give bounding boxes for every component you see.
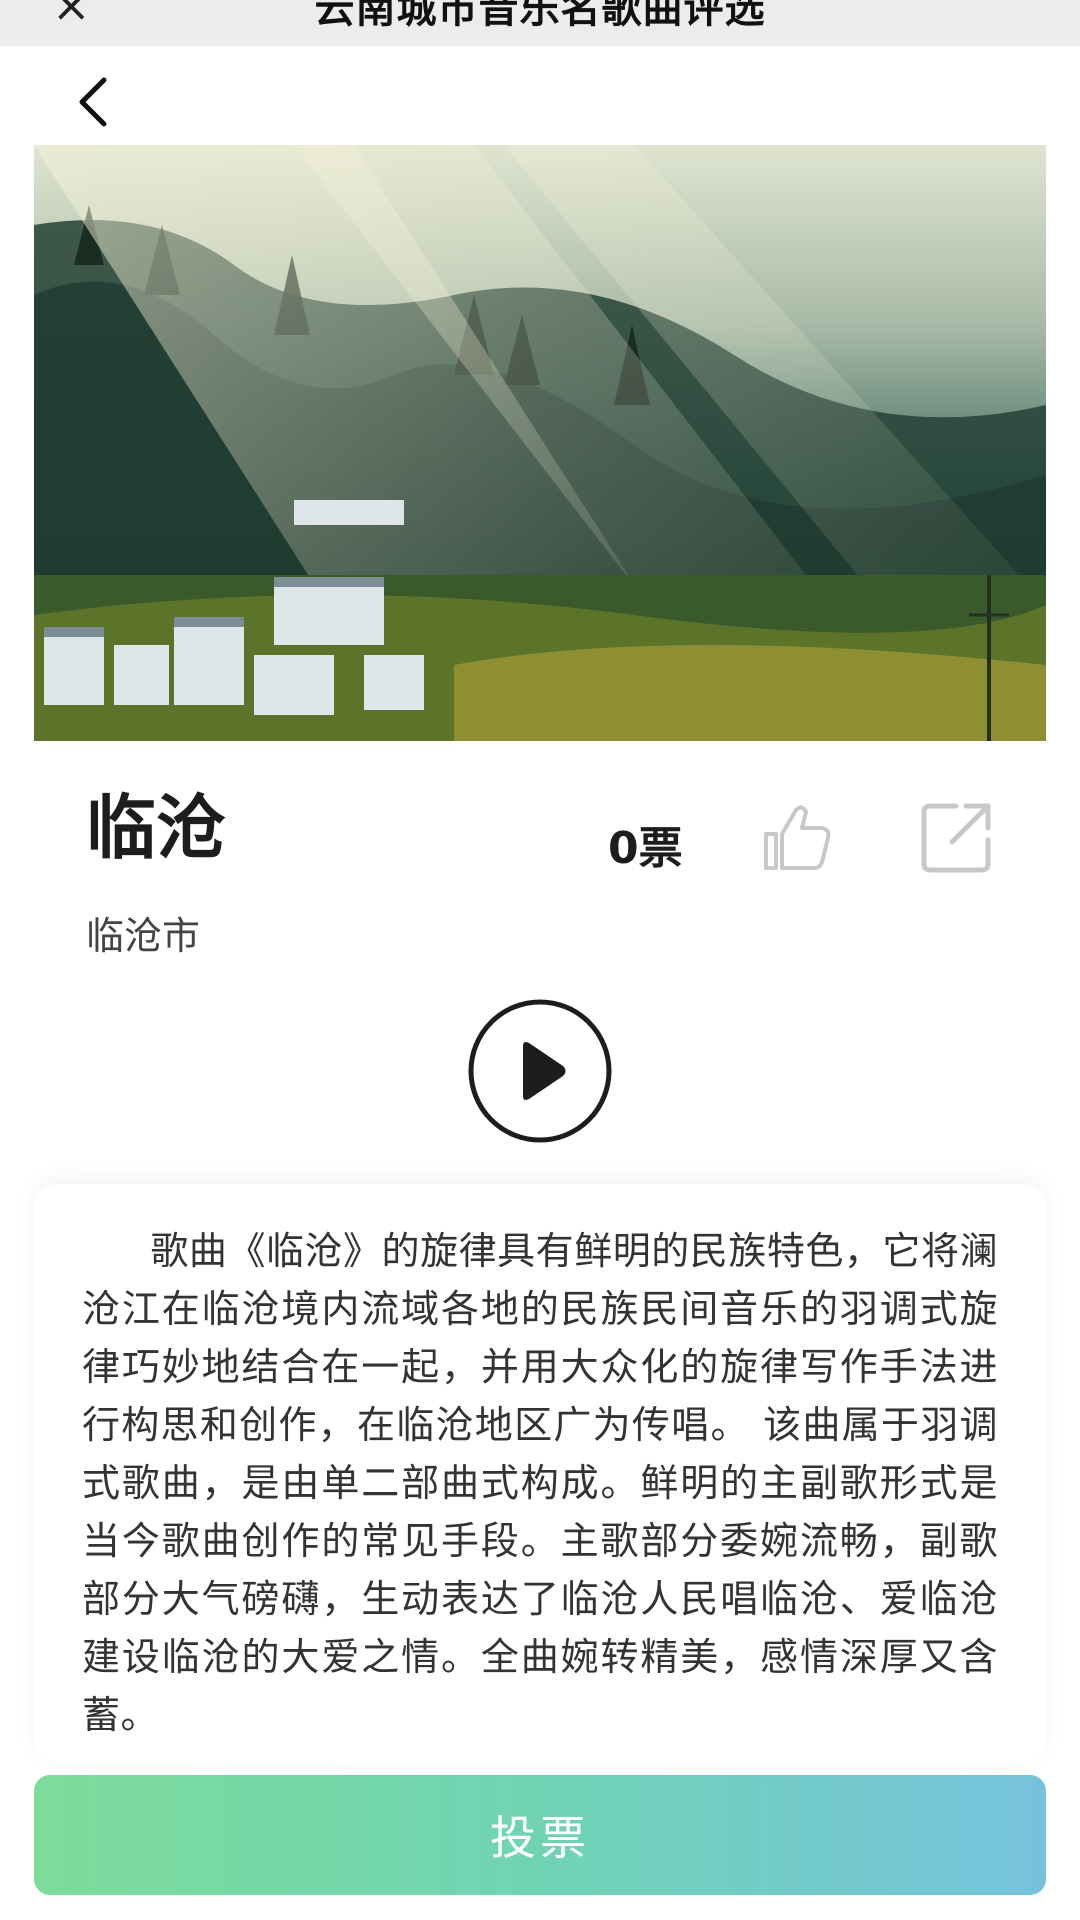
play-button[interactable] <box>467 998 613 1144</box>
song-title: 临沧 <box>86 787 226 869</box>
vote-button[interactable]: 投票 <box>34 1775 1046 1895</box>
chevron-left-icon <box>79 77 107 127</box>
like-button[interactable] <box>760 800 834 874</box>
share-icon <box>921 803 991 873</box>
cover-image <box>34 145 1046 741</box>
song-description: 歌曲《临沧》的旋律具有鲜明的民族特色，它将澜沧江在临沧境内流域各地的民族民间音乐… <box>82 1229 998 1737</box>
back-button[interactable] <box>70 72 120 132</box>
share-button[interactable] <box>920 800 994 874</box>
song-city: 临沧市 <box>86 914 201 958</box>
vote-count: 0票 <box>608 823 683 874</box>
thumbs-up-icon <box>764 805 831 870</box>
play-icon <box>468 999 612 1143</box>
top-bar: × 云南城市音乐名歌曲评选 <box>0 0 1080 46</box>
page-title: 云南城市音乐名歌曲评选 <box>314 0 766 32</box>
